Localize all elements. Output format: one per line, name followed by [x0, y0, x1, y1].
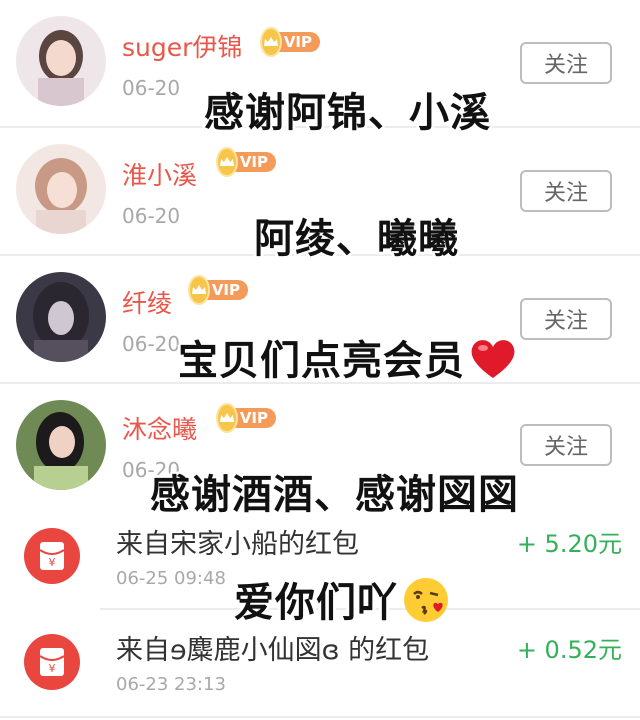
svg-text:¥: ¥ — [49, 556, 56, 569]
member-date: 06-20 — [122, 204, 181, 228]
divider — [0, 716, 640, 718]
kissing-face-emoji — [402, 576, 450, 634]
envelope-time: 06-23 23:13 — [116, 674, 226, 695]
member-date: 06-20 — [122, 332, 181, 356]
avatar[interactable] — [16, 16, 106, 106]
avatar[interactable] — [16, 272, 106, 362]
crown-icon — [190, 277, 208, 303]
crown-icon — [218, 149, 236, 175]
vip-badge: VIP — [190, 277, 248, 303]
member-name: 纤绫 — [122, 289, 173, 318]
member-name: 淮小溪 — [122, 161, 198, 190]
follow-button[interactable]: 关注 — [520, 298, 612, 340]
crown-icon — [218, 405, 236, 431]
envelope-amount: + 5.20元 — [516, 530, 622, 558]
vip-label: VIP — [229, 152, 276, 172]
member-name: 沐念曦 — [122, 415, 198, 444]
caption-line-3: 宝贝们点亮会员 — [178, 328, 517, 390]
avatar[interactable] — [16, 144, 106, 234]
follow-button[interactable]: 关注 — [520, 170, 612, 212]
caption-line-5-text: 爱你们吖 — [234, 580, 398, 626]
envelope-amount: + 0.52元 — [516, 636, 622, 664]
caption-line-5: 爱你们吖 — [234, 570, 450, 634]
vip-label: VIP — [229, 408, 276, 428]
follow-button[interactable]: 关注 — [520, 424, 612, 466]
vip-badge: VIP — [218, 149, 276, 175]
member-name: suger伊锦 — [122, 33, 243, 62]
caption-line-4: 感谢酒酒、感谢図図 — [150, 472, 519, 518]
svg-text:¥: ¥ — [49, 662, 56, 675]
vip-badge: VIP — [218, 405, 276, 431]
envelope-title: 来自宋家小船的红包 — [116, 529, 359, 560]
red-envelope-icon: ¥ — [24, 634, 80, 690]
caption-line-1: 感谢阿锦、小溪 — [204, 90, 491, 136]
envelope-time: 06-25 09:48 — [116, 568, 226, 589]
member-date: 06-20 — [122, 76, 181, 100]
vip-label: VIP — [273, 32, 320, 52]
avatar[interactable] — [16, 400, 106, 490]
vip-label: VIP — [201, 280, 248, 300]
crown-icon — [262, 29, 280, 55]
red-envelope-icon: ¥ — [24, 528, 80, 584]
caption-line-3-text: 宝贝们点亮会员 — [178, 338, 465, 384]
follow-button[interactable]: 关注 — [520, 42, 612, 84]
vip-badge: VIP — [262, 29, 320, 55]
red-heart-emoji — [469, 336, 517, 390]
caption-line-2: 阿绫、曦曦 — [254, 216, 459, 262]
